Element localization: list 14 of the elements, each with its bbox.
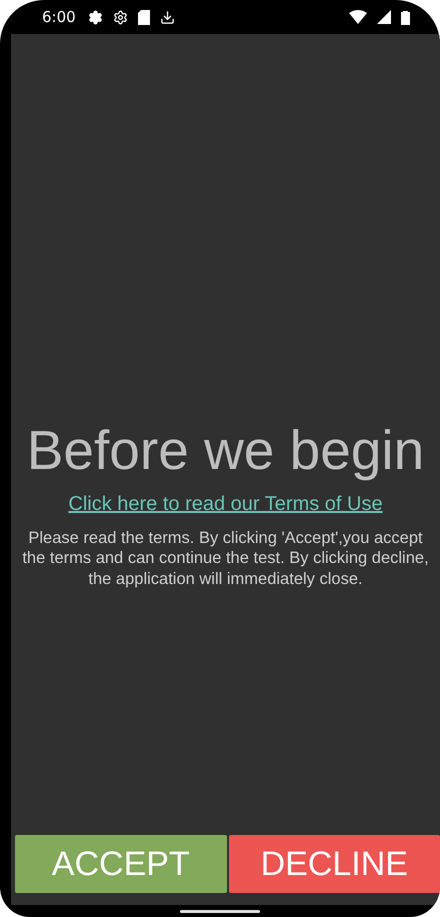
settings-icon [112, 10, 128, 24]
accept-button[interactable]: ACCEPT [15, 835, 226, 893]
decline-button[interactable]: DECLINE [228, 835, 440, 893]
battery-icon [401, 10, 410, 24]
page-title: Before we begin [26, 420, 424, 480]
home-indicator[interactable] [180, 910, 260, 912]
sd-card-icon [138, 10, 150, 24]
signal-icon [377, 10, 391, 24]
settings-icon [88, 10, 103, 24]
download-icon [160, 10, 175, 24]
terms-link[interactable]: Click here to read our Terms of Use [68, 492, 383, 516]
status-time: 6:00 [42, 8, 76, 26]
terms-message: Please read the terms. By clicking 'Accept',you accept the terms and can continue the test. By clicking decline, the application will immediately close. [21, 528, 430, 590]
wifi-icon [349, 10, 367, 24]
